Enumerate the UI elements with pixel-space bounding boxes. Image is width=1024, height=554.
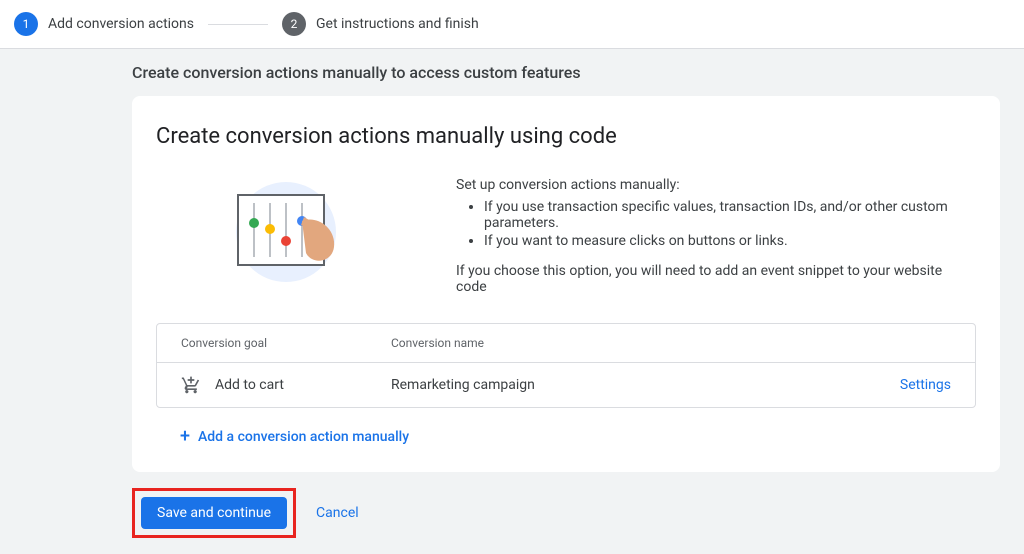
conversion-table: Conversion goal Conversion name Add to c… bbox=[156, 323, 976, 408]
info-column: Set up conversion actions manually: If y… bbox=[456, 177, 976, 295]
step-2[interactable]: 2 Get instructions and finish bbox=[282, 12, 479, 36]
card-title: Create conversion actions manually using… bbox=[156, 124, 976, 149]
settings-link[interactable]: Settings bbox=[871, 377, 951, 393]
save-button-highlight: Save and continue bbox=[132, 488, 296, 538]
td-goal: Add to cart bbox=[181, 375, 391, 395]
sliders-illustration-icon bbox=[216, 177, 356, 287]
conversion-illustration bbox=[156, 177, 416, 287]
td-name: Remarketing campaign bbox=[391, 377, 871, 393]
info-after: If you choose this option, you will need… bbox=[456, 263, 976, 295]
table-header-row: Conversion goal Conversion name bbox=[157, 324, 975, 363]
intro-row: Set up conversion actions manually: If y… bbox=[156, 177, 976, 295]
step-label-2: Get instructions and finish bbox=[316, 16, 479, 32]
th-name: Conversion name bbox=[391, 336, 871, 350]
info-intro: Set up conversion actions manually: bbox=[456, 177, 976, 193]
step-connector bbox=[208, 24, 268, 25]
add-conversion-action-label: Add a conversion action manually bbox=[198, 429, 409, 445]
add-conversion-action-link[interactable]: + Add a conversion action manually bbox=[156, 422, 976, 452]
stepper: 1 Add conversion actions 2 Get instructi… bbox=[0, 0, 1024, 49]
cart-icon bbox=[181, 375, 201, 395]
bullet-2: If you want to measure clicks on buttons… bbox=[484, 233, 976, 249]
table-row: Add to cart Remarketing campaign Setting… bbox=[157, 363, 975, 407]
main-card: Create conversion actions manually using… bbox=[132, 96, 1000, 472]
info-bullets: If you use transaction specific values, … bbox=[456, 199, 976, 249]
step-badge-1: 1 bbox=[14, 12, 38, 36]
cancel-link[interactable]: Cancel bbox=[316, 505, 359, 521]
step-label-1: Add conversion actions bbox=[48, 16, 194, 32]
save-and-continue-button[interactable]: Save and continue bbox=[141, 497, 287, 529]
page-body: Create conversion actions manually to ac… bbox=[0, 49, 1024, 554]
plus-icon: + bbox=[180, 428, 190, 446]
page-heading: Create conversion actions manually to ac… bbox=[0, 49, 1024, 96]
th-goal: Conversion goal bbox=[181, 336, 391, 350]
step-badge-2: 2 bbox=[282, 12, 306, 36]
bullet-1: If you use transaction specific values, … bbox=[484, 199, 976, 231]
footer: Save and continue Cancel bbox=[0, 472, 1024, 538]
td-goal-text: Add to cart bbox=[215, 377, 284, 393]
step-1[interactable]: 1 Add conversion actions bbox=[14, 12, 194, 36]
